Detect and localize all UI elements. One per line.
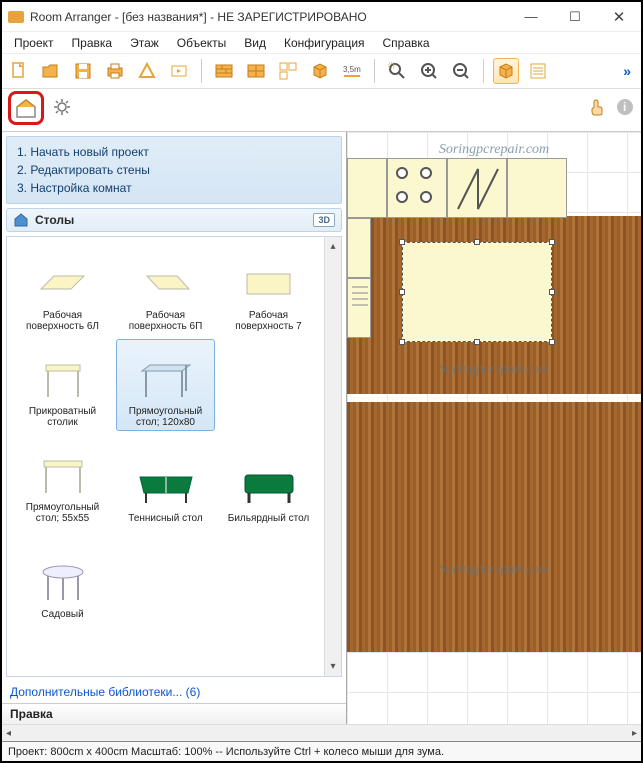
kitchen-counter[interactable] — [447, 158, 507, 218]
toolbar-overflow-icon[interactable]: » — [617, 63, 637, 79]
left-panel: 1. Начать новый проект 2. Редактировать … — [2, 132, 347, 724]
catalog: Рабочая поверхность 6Л Рабочая поверхнос… — [6, 236, 342, 677]
measure-icon[interactable]: 3,5m — [339, 58, 365, 84]
main-area: 1. Начать новый проект 2. Редактировать … — [2, 132, 641, 724]
horizontal-scrollbar[interactable]: ◂ ▸ — [2, 724, 641, 741]
close-button[interactable]: ✕ — [597, 3, 641, 31]
scroll-left-icon[interactable]: ◂ — [6, 728, 11, 739]
window-title: Room Arranger - [без названия*] - НЕ ЗАР… — [30, 10, 509, 24]
walls2-icon[interactable] — [243, 58, 269, 84]
window-controls: — ☐ ✕ — [509, 3, 641, 31]
item-label: Прямоугольный стол; 120x80 — [119, 406, 212, 428]
catalog-grid: Рабочая поверхность 6Л Рабочая поверхнос… — [7, 237, 324, 676]
canvas[interactable]: Soringpcrepair.com Soringpcrepair.com So… — [347, 132, 641, 724]
save-icon[interactable] — [70, 58, 96, 84]
catalog-item[interactable]: Прикроватный столик — [13, 339, 112, 431]
selected-object[interactable] — [402, 242, 552, 342]
maximize-button[interactable]: ☐ — [553, 3, 597, 31]
main-toolbar: 3,5m » — [2, 54, 641, 89]
view-3d-icon[interactable] — [493, 58, 519, 84]
status-text: Проект: 800cm x 400cm Масштаб: 100% -- И… — [8, 746, 444, 758]
menubar: Проект Правка Этаж Объекты Вид Конфигура… — [2, 32, 641, 54]
catalog-item[interactable] — [219, 339, 318, 431]
wizard-home-icon[interactable] — [8, 91, 44, 125]
zoom-out-icon[interactable] — [448, 58, 474, 84]
catalog-item[interactable] — [116, 531, 215, 623]
list-icon[interactable] — [525, 58, 551, 84]
objects3d-icon[interactable] — [307, 58, 333, 84]
export-icon[interactable] — [134, 58, 160, 84]
scroll-down-icon[interactable]: ▾ — [330, 657, 335, 676]
kitchen-counter[interactable] — [387, 158, 447, 218]
kitchen-counter[interactable] — [347, 218, 371, 278]
wizard-step-3[interactable]: 3. Настройка комнат — [17, 179, 331, 197]
catalog-item[interactable]: Садовый — [13, 531, 112, 623]
more-libraries-link[interactable]: Дополнительные библиотеки... (6) — [2, 681, 346, 703]
item-label: Садовый — [41, 609, 83, 620]
catalog-item[interactable]: Бильярдный стол — [219, 435, 318, 527]
item-label: Бильярдный стол — [228, 513, 310, 524]
kitchen-counter[interactable] — [347, 158, 387, 218]
kitchen-counter[interactable] — [347, 278, 371, 338]
catalog-item-selected[interactable]: Прямоугольный стол; 120x80 — [116, 339, 215, 431]
item-label: Рабочая поверхность 6П — [119, 310, 212, 332]
settings-gear-icon[interactable] — [52, 97, 72, 120]
scroll-up-icon[interactable]: ▴ — [330, 237, 335, 256]
wizard-step-1[interactable]: 1. Начать новый проект — [17, 143, 331, 161]
wizard-step-2[interactable]: 2. Редактировать стены — [17, 161, 331, 179]
media-icon[interactable] — [166, 58, 192, 84]
catalog-scrollbar[interactable]: ▴ ▾ — [324, 237, 341, 676]
menu-help[interactable]: Справка — [375, 34, 438, 52]
catalog-item[interactable] — [219, 531, 318, 623]
scroll-right-icon[interactable]: ▸ — [632, 728, 637, 739]
menu-objects[interactable]: Объекты — [169, 34, 235, 52]
secondary-toolbar: i — [2, 89, 641, 132]
category-title: Столы — [35, 213, 74, 227]
zoom-area-icon[interactable] — [384, 58, 410, 84]
menu-edit[interactable]: Правка — [64, 34, 121, 52]
wizard-panel: 1. Начать новый проект 2. Редактировать … — [6, 136, 342, 204]
titlebar: Room Arranger - [без названия*] - НЕ ЗАР… — [2, 2, 641, 32]
app-window: Room Arranger - [без названия*] - НЕ ЗАР… — [0, 0, 643, 763]
item-label: Теннисный стол — [128, 513, 202, 524]
catalog-item[interactable]: Теннисный стол — [116, 435, 215, 527]
edit-panel-header[interactable]: Правка — [2, 703, 346, 724]
svg-text:3,5m: 3,5m — [343, 65, 361, 74]
menu-floor[interactable]: Этаж — [122, 34, 167, 52]
item-label: Прямоугольный стол; 55x55 — [16, 502, 109, 524]
walls-icon[interactable] — [211, 58, 237, 84]
kitchen-counter[interactable] — [507, 158, 567, 218]
info-icon[interactable]: i — [615, 97, 635, 120]
open-icon[interactable] — [38, 58, 64, 84]
menu-config[interactable]: Конфигурация — [276, 34, 373, 52]
menu-view[interactable]: Вид — [236, 34, 274, 52]
minimize-button[interactable]: — — [509, 3, 553, 31]
category-header[interactable]: Столы 3D — [6, 208, 342, 232]
app-icon — [8, 11, 24, 23]
menu-project[interactable]: Проект — [6, 34, 62, 52]
home-small-icon — [13, 212, 29, 228]
catalog-item[interactable]: Рабочая поверхность 6П — [116, 243, 215, 335]
hand-cursor-icon[interactable] — [587, 97, 607, 120]
catalog-item[interactable]: Рабочая поверхность 6Л — [13, 243, 112, 335]
item-label: Прикроватный столик — [16, 406, 109, 428]
floor-segment — [347, 402, 641, 652]
svg-text:i: i — [623, 100, 626, 114]
rooms-icon[interactable] — [275, 58, 301, 84]
catalog-item[interactable]: Прямоугольный стол; 55x55 — [13, 435, 112, 527]
item-label: Рабочая поверхность 6Л — [16, 310, 109, 332]
item-label: Рабочая поверхность 7 — [222, 310, 315, 332]
zoom-in-icon[interactable] — [416, 58, 442, 84]
badge-3d[interactable]: 3D — [313, 213, 335, 227]
new-icon[interactable] — [6, 58, 32, 84]
catalog-item[interactable]: Рабочая поверхность 7 — [219, 243, 318, 335]
statusbar: Проект: 800cm x 400cm Масштаб: 100% -- И… — [2, 741, 641, 761]
print-icon[interactable] — [102, 58, 128, 84]
